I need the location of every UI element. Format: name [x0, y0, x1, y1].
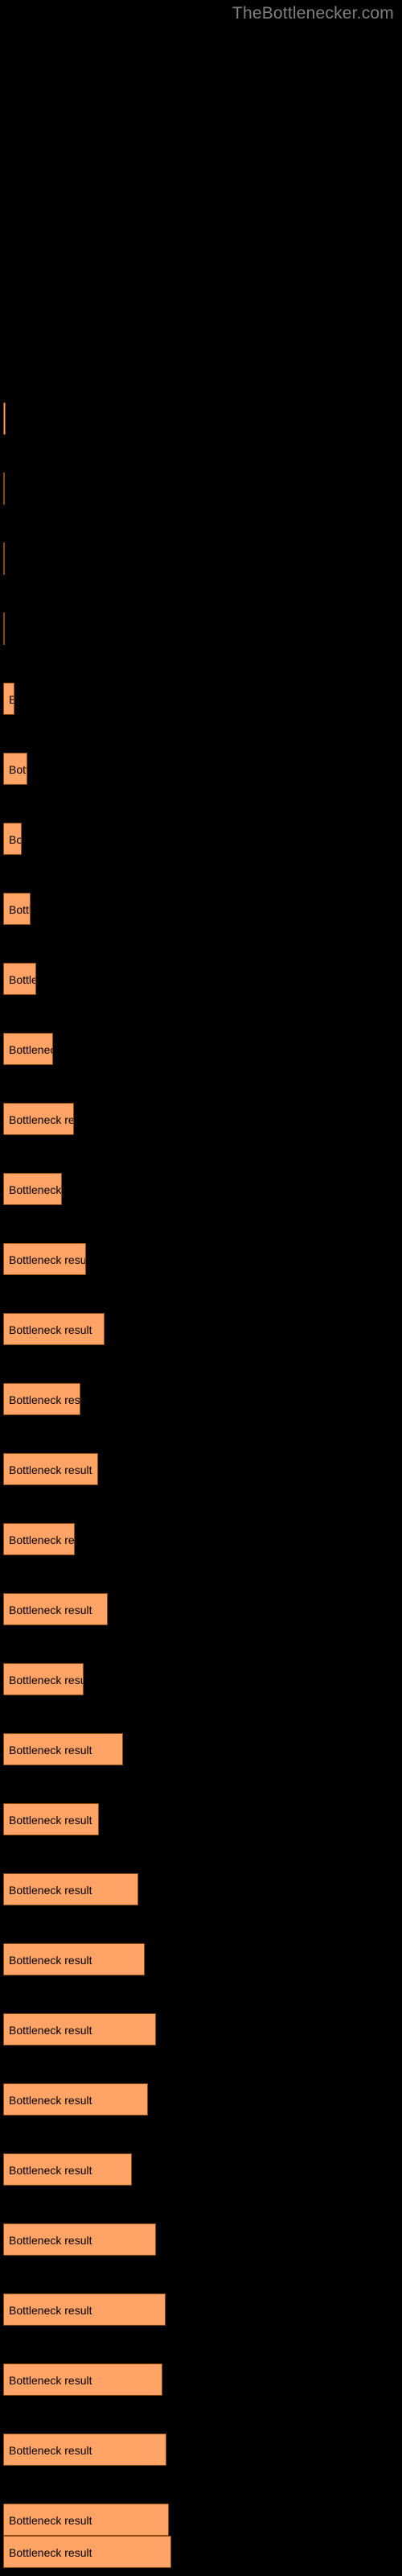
bar-row: Bottleneck result: [0, 1943, 402, 1975]
bar-row: Bottleneck result: [0, 2013, 402, 2046]
bar-22[interactable]: Bottleneck result: [3, 1873, 138, 1905]
bar-label: Bottleneck result: [9, 2514, 92, 2527]
bar-row: Bottleneck result: [0, 1103, 402, 1135]
bar-9[interactable]: Bottleneck result: [3, 963, 36, 995]
bar-row: Bottleneck result: [0, 1453, 402, 1485]
bar-label: Bottleneck result: [9, 683, 14, 714]
bar-row: Bottleneck result: [0, 2083, 402, 2116]
bar-row: Bottleneck result: [0, 613, 402, 645]
bar-label: Bottleneck result: [9, 833, 22, 846]
bar-24[interactable]: Bottleneck result: [3, 2013, 156, 2046]
bar-label: Bottleneck result: [9, 1604, 92, 1616]
bar-label: Bottleneck result: [9, 2164, 92, 2177]
bar-row: Bottleneck result: [0, 1313, 402, 1345]
bar-26[interactable]: Bottleneck result: [3, 2153, 132, 2186]
bar-28[interactable]: Bottleneck result: [3, 2293, 166, 2326]
bar-17[interactable]: Bottleneck result: [3, 1523, 75, 1555]
bar-6[interactable]: Bottleneck result: [3, 753, 27, 785]
bar-15[interactable]: Bottleneck result: [3, 1383, 80, 1415]
bar-23[interactable]: Bottleneck result: [3, 1943, 145, 1975]
bar-row: Bottleneck result: [0, 1523, 402, 1555]
bar-29[interactable]: Bottleneck result: [3, 2363, 162, 2396]
bar-label: Bottleneck result: [9, 763, 27, 776]
bar-5[interactable]: Bottleneck result: [3, 683, 14, 715]
bar-label: Bottleneck result: [9, 1183, 62, 1196]
bar-16[interactable]: Bottleneck result: [3, 1453, 98, 1485]
bar-row: Bottleneck result: [0, 683, 402, 715]
bar-row: Bottleneck result: [0, 1873, 402, 1905]
bar-14[interactable]: Bottleneck result: [3, 1313, 105, 1345]
bar-label: Bottleneck result: [9, 903, 31, 916]
bar-label: Bottleneck result: [9, 973, 35, 986]
bar-row: Bottleneck result: [0, 1173, 402, 1205]
bar-20[interactable]: Bottleneck result: [3, 1733, 123, 1765]
bar-label: Bottleneck result: [9, 2374, 92, 2387]
horizontal-bar-chart: Bottleneck result Bottleneck result Bottle…: [0, 0, 402, 2576]
bar-row: Bottleneck result: [0, 1033, 402, 1065]
bar-label: Bottleneck result: [9, 2234, 92, 2247]
bar-row: Bottleneck result: [0, 1733, 402, 1765]
bar-8[interactable]: Bottleneck result: [3, 893, 31, 925]
bar-32[interactable]: Bottleneck result: [3, 2536, 171, 2568]
bar-label: Bottleneck result: [9, 1393, 80, 1406]
bar-row: Bottleneck result: [0, 1383, 402, 1415]
bar-label: Bottleneck result: [9, 2024, 92, 2037]
bar-row: Bottleneck result: [0, 2504, 402, 2536]
bar-31[interactable]: Bottleneck result: [3, 2504, 169, 2536]
bar-row: Bottleneck result: [0, 2153, 402, 2186]
bar-label: Bottleneck result: [9, 1884, 92, 1897]
bar-row: Bottleneck result: [0, 753, 402, 785]
bar-2[interactable]: Bottleneck result: [3, 473, 5, 505]
bar-row: Bottleneck result: [0, 1243, 402, 1275]
bar-row: Bottleneck result: [0, 2434, 402, 2466]
bar-10[interactable]: Bottleneck result: [3, 1033, 53, 1065]
bar-21[interactable]: Bottleneck result: [3, 1803, 99, 1835]
chart-page: TheBottlenecker.com Bottleneck resultBot…: [0, 0, 402, 2576]
bar-label: Bottleneck result: [9, 2094, 92, 2107]
bar-1[interactable]: Bottleneck result: [3, 402, 6, 435]
bar-7[interactable]: Bottleneck result: [3, 823, 22, 855]
bar-row: Bottleneck result: [0, 1803, 402, 1835]
bar-3[interactable]: Bottleneck result: [3, 543, 5, 575]
bar-19[interactable]: Bottleneck result: [3, 1663, 84, 1695]
bar-label: Bottleneck result: [9, 2304, 92, 2317]
bar-30[interactable]: Bottleneck result: [3, 2434, 166, 2466]
bar-label: Bottleneck result: [9, 1323, 92, 1336]
bar-13[interactable]: Bottleneck result: [3, 1243, 86, 1275]
bar-row: Bottleneck result: [0, 2293, 402, 2326]
bar-row: Bottleneck result: [0, 823, 402, 855]
bar-label: Bottleneck result: [9, 1674, 83, 1686]
bar-label: Bottleneck result: [9, 2444, 92, 2457]
bar-12[interactable]: Bottleneck result: [3, 1173, 62, 1205]
bar-label: Bottleneck result: [9, 1954, 92, 1967]
bar-row: Bottleneck result: [0, 543, 402, 575]
bar-label: Bottleneck result: [9, 1744, 92, 1757]
bar-label: Bottleneck result: [9, 1043, 52, 1056]
bar-label: Bottleneck result: [9, 2546, 92, 2559]
bar-row: Bottleneck result: [0, 1663, 402, 1695]
bar-label: Bottleneck result: [9, 1253, 86, 1266]
bar-row: Bottleneck result: [0, 473, 402, 505]
bar-18[interactable]: Bottleneck result: [3, 1593, 108, 1625]
bar-label: Bottleneck result: [9, 1534, 75, 1546]
bar-row: Bottleneck result: [0, 2536, 402, 2568]
bar-label: Bottleneck result: [9, 1113, 74, 1126]
bar-row: Bottleneck result: [0, 402, 402, 435]
bar-row: Bottleneck result: [0, 2363, 402, 2396]
bar-row: Bottleneck result: [0, 2223, 402, 2256]
bar-4[interactable]: Bottleneck result: [3, 613, 5, 645]
bar-27[interactable]: Bottleneck result: [3, 2223, 156, 2256]
bar-row: Bottleneck result: [0, 963, 402, 995]
bar-row: Bottleneck result: [0, 893, 402, 925]
bar-label: Bottleneck result: [9, 1463, 92, 1476]
bar-11[interactable]: Bottleneck result: [3, 1103, 74, 1135]
bar-25[interactable]: Bottleneck result: [3, 2083, 148, 2116]
bar-label: Bottleneck result: [9, 1814, 92, 1827]
bar-row: Bottleneck result: [0, 1593, 402, 1625]
